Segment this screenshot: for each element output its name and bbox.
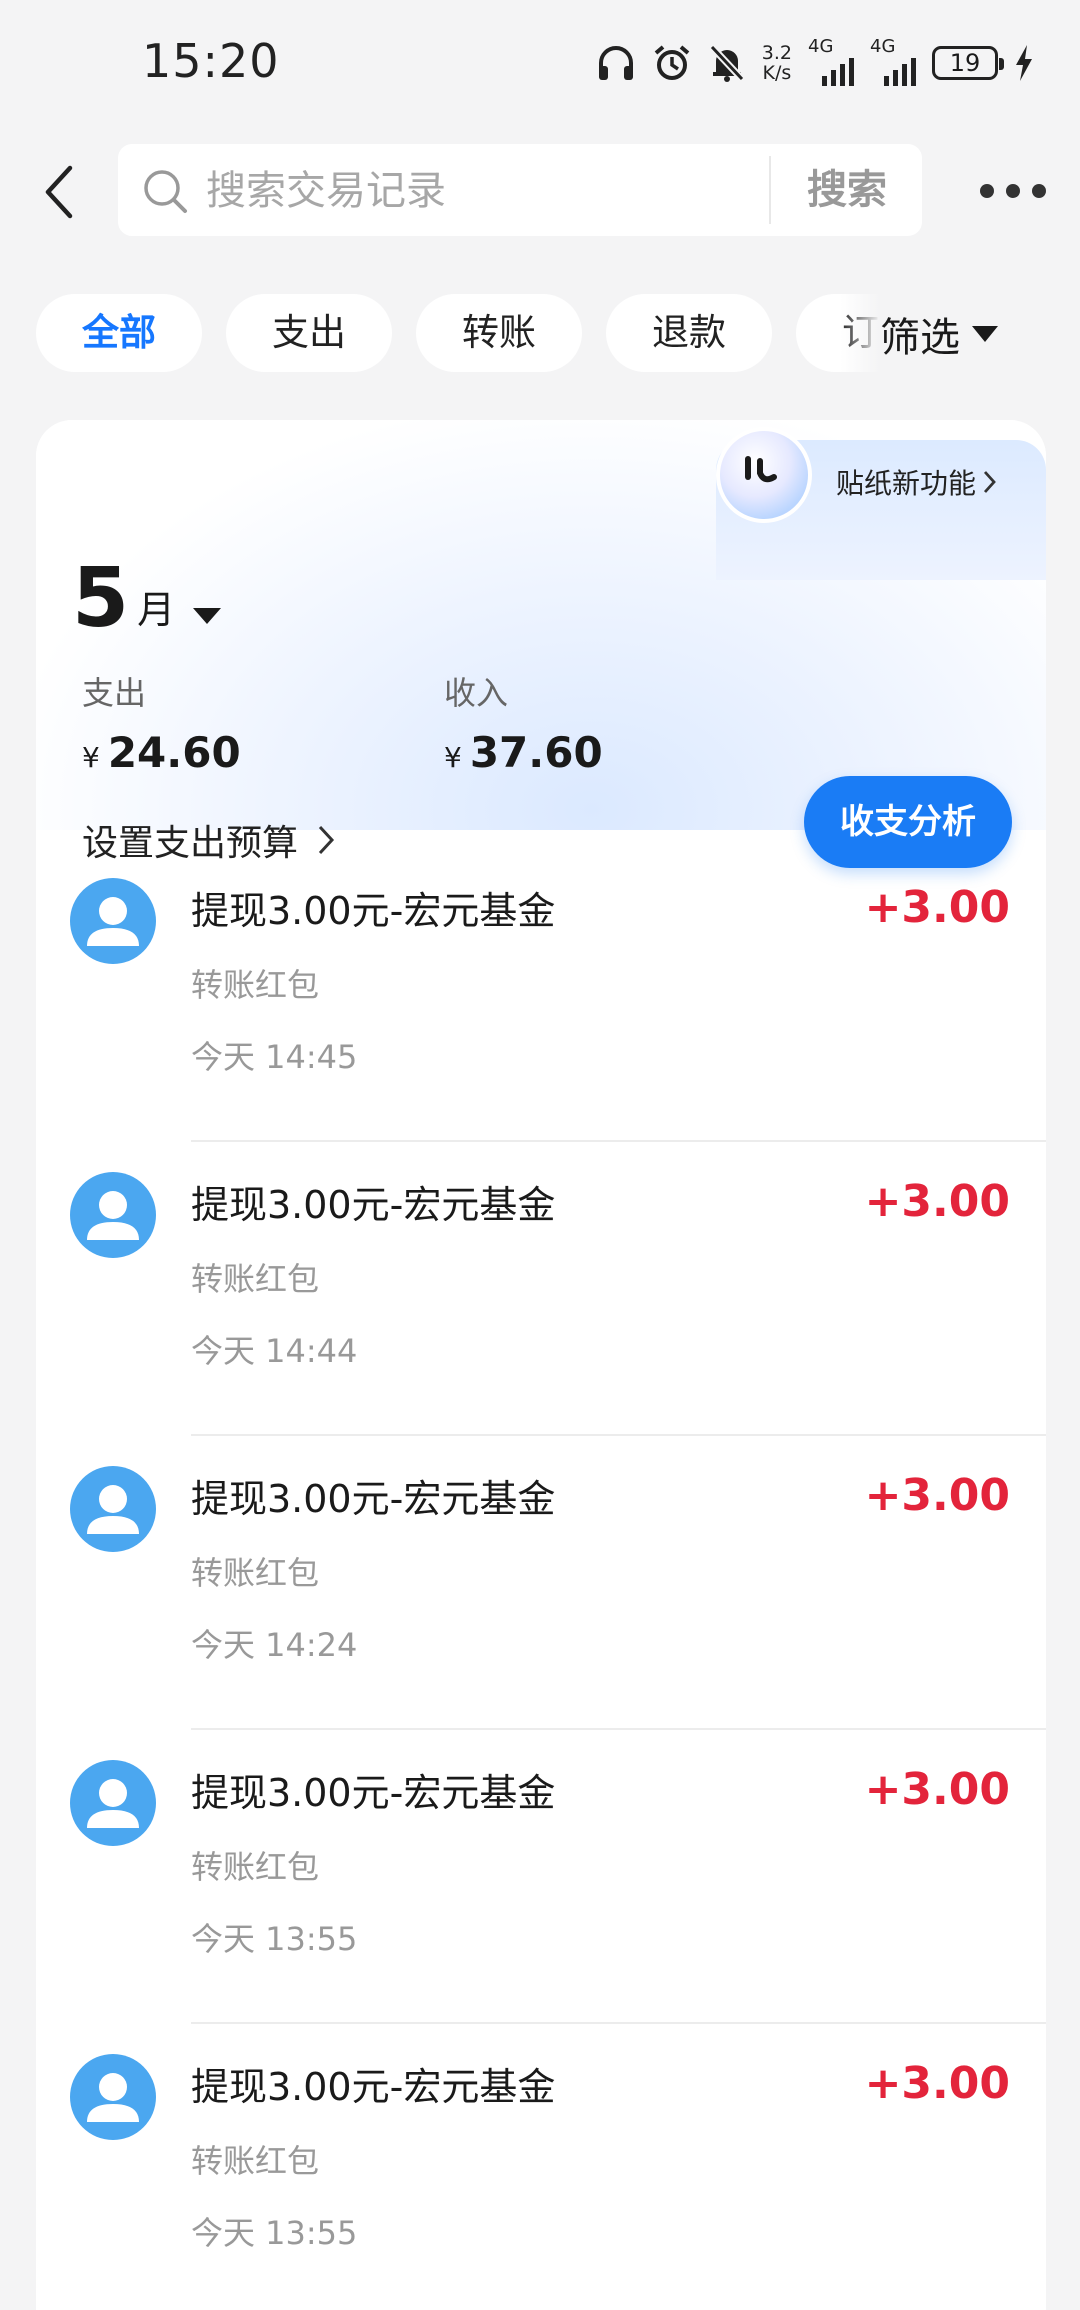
headphones-icon <box>596 44 636 82</box>
transaction-list: 提现3.00元-宏元基金 转账红包 今天 14:45 +3.00 提现3.00元… <box>36 848 1046 2310</box>
tab-expense[interactable]: 支出 <box>226 294 392 372</box>
avatar-person-icon <box>70 1760 156 1846</box>
transaction-amount: +3.00 <box>864 1764 1010 1815</box>
avatar-person-icon <box>70 1466 156 1552</box>
status-bar: 15:20 3.2 K/s 4G 4G 19 <box>0 0 1080 130</box>
network-speed: 3.2 K/s <box>762 43 792 83</box>
avatar-person-icon <box>70 1172 156 1258</box>
sim1-label: 4G <box>808 36 834 57</box>
list-item[interactable]: 提现3.00元-宏元基金 转账红包 今天 14:44 +3.00 <box>36 1142 1046 1436</box>
filter-tabs: 全部 支出 转账 退款 订单 筛选 <box>0 294 1080 374</box>
summary-body: 5 月 支出 ¥24.60 收入 ¥37.60 设置支出预算 收支分析 <box>36 510 1046 868</box>
list-item[interactable]: 提现3.00元-宏元基金 转账红包 今天 13:55 +3.00 <box>36 2024 1046 2310</box>
transaction-category: 转账红包 <box>191 2142 320 2180</box>
transactions-card: 贴纸新功能 5 月 支出 ¥24.60 收入 ¥37.60 设置支出预算 收支分… <box>36 420 1046 2310</box>
chevron-right-icon <box>983 471 996 493</box>
search-icon <box>144 170 187 213</box>
charging-bolt-icon <box>1014 44 1034 82</box>
transaction-category: 转账红包 <box>191 1554 320 1592</box>
transaction-time: 今天 14:45 <box>191 1038 358 1076</box>
month-unit: 月 <box>137 588 176 632</box>
transaction-time: 今天 14:24 <box>191 1626 358 1664</box>
net-speed-unit: K/s <box>762 62 792 84</box>
expense-label: 支出 <box>82 674 147 712</box>
month-summary: 贴纸新功能 5 月 支出 ¥24.60 收入 ¥37.60 设置支出预算 收支分… <box>36 420 1046 868</box>
expense-currency: ¥ <box>82 741 100 774</box>
income-label: 收入 <box>444 674 509 712</box>
tab-refund[interactable]: 退款 <box>606 294 772 372</box>
caret-down-icon <box>193 608 222 624</box>
income-stat: 收入 ¥37.60 <box>444 668 603 777</box>
search-input[interactable] <box>204 144 808 238</box>
transaction-title: 提现3.00元-宏元基金 <box>191 1477 556 1521</box>
mute-bell-icon <box>708 43 746 83</box>
sticker-label: 贴纸新功能 <box>836 467 977 500</box>
search-divider <box>769 156 771 224</box>
transaction-title: 提现3.00元-宏元基金 <box>191 1771 556 1815</box>
transaction-amount: +3.00 <box>864 1470 1010 1521</box>
status-icons: 3.2 K/s 4G 4G 19 <box>596 36 1034 88</box>
list-item[interactable]: 提现3.00元-宏元基金 转账红包 今天 13:55 +3.00 <box>36 1730 1046 2024</box>
transaction-category: 转账红包 <box>191 1848 320 1886</box>
transaction-time: 今天 13:55 <box>191 2214 358 2252</box>
transaction-title: 提现3.00元-宏元基金 <box>191 889 556 933</box>
tabs-fade <box>840 294 880 374</box>
more-options-icon[interactable] <box>980 184 1046 200</box>
income-value: 37.60 <box>469 728 603 777</box>
sim2-signal-icon: 4G <box>870 36 916 86</box>
list-item[interactable]: 提现3.00元-宏元基金 转账红包 今天 14:24 +3.00 <box>36 1436 1046 1730</box>
transaction-amount: +3.00 <box>864 882 1010 933</box>
expense-value: 24.60 <box>107 728 241 777</box>
transaction-time: 今天 14:44 <box>191 1332 358 1370</box>
expense-stat: 支出 ¥24.60 <box>82 668 241 777</box>
net-speed-value: 3.2 <box>761 42 792 64</box>
transaction-amount: +3.00 <box>864 1176 1010 1227</box>
tab-all[interactable]: 全部 <box>36 294 202 372</box>
alarm-icon <box>652 43 692 83</box>
income-currency: ¥ <box>444 741 462 774</box>
filter-button[interactable]: 筛选 <box>880 294 1080 374</box>
transaction-category: 转账红包 <box>191 966 320 1004</box>
month-selector[interactable]: 5 月 <box>72 551 222 646</box>
search-box[interactable]: 搜索 <box>118 144 922 238</box>
avatar-person-icon <box>70 878 156 964</box>
month-number: 5 <box>72 551 130 646</box>
avatar-person-icon <box>70 2054 156 2140</box>
chevron-left-icon <box>45 165 73 219</box>
transaction-category: 转账红包 <box>191 1260 320 1298</box>
status-time: 15:20 <box>142 34 280 88</box>
transaction-time: 今天 13:55 <box>191 1920 358 1958</box>
transaction-title: 提现3.00元-宏元基金 <box>191 1183 556 1227</box>
back-button[interactable] <box>38 162 88 222</box>
transaction-amount: +3.00 <box>864 2058 1010 2109</box>
filter-label: 筛选 <box>880 315 960 361</box>
sticker-face-icon[interactable] <box>716 427 812 523</box>
search-header: 搜索 <box>0 140 1080 240</box>
battery-level: 19 <box>949 49 981 77</box>
list-item[interactable]: 提现3.00元-宏元基金 转账红包 今天 14:45 +3.00 <box>36 848 1046 1142</box>
tabs-scroll[interactable]: 全部 支出 转账 退款 订单 <box>36 294 896 374</box>
search-button[interactable]: 搜索 <box>772 144 922 236</box>
sticker-feature-link[interactable]: 贴纸新功能 <box>836 462 998 502</box>
transaction-title: 提现3.00元-宏元基金 <box>191 2065 556 2109</box>
tab-transfer[interactable]: 转账 <box>416 294 582 372</box>
caret-down-icon <box>972 326 998 342</box>
battery-icon: 19 <box>932 46 1004 80</box>
sim1-signal-icon: 4G <box>808 36 854 86</box>
sim2-label: 4G <box>870 36 896 57</box>
